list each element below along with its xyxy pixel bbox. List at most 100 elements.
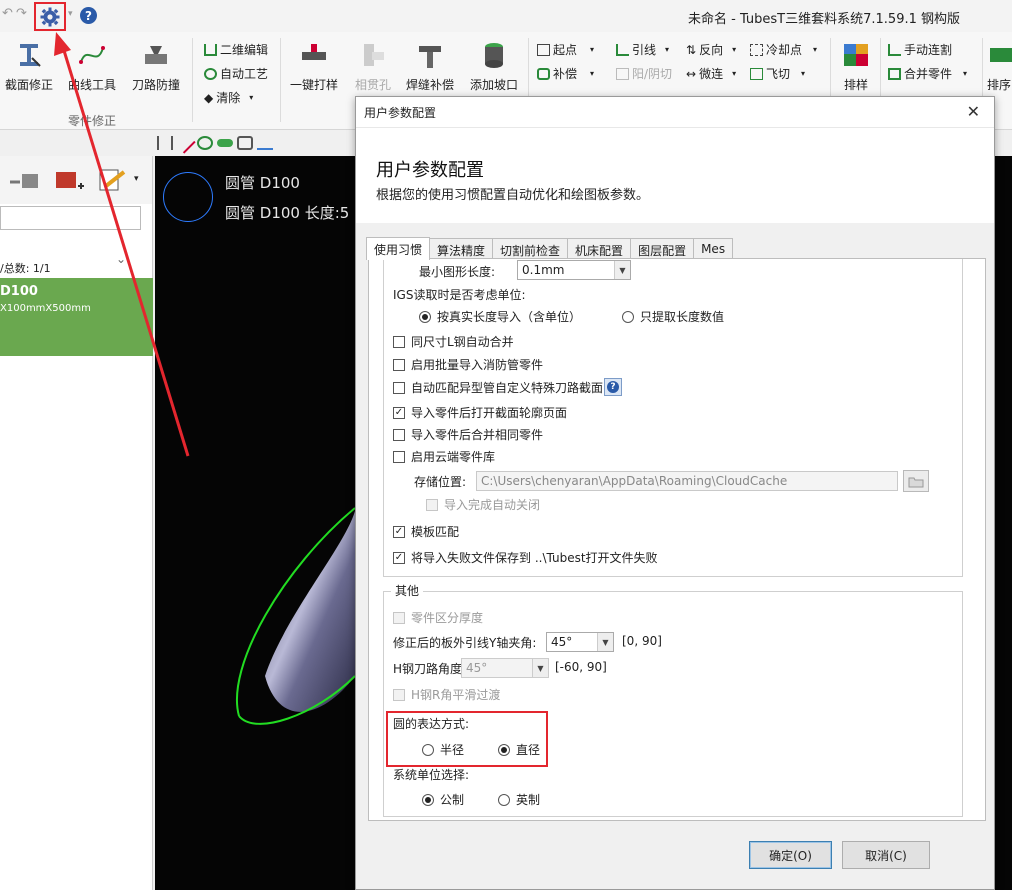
redo-icon[interactable]: ↷ <box>16 6 27 21</box>
2d-edit-icon <box>204 43 217 56</box>
dropdown-arrow-icon: ▾ <box>732 69 737 78</box>
plate-angle-range: [0, 90] <box>622 634 662 648</box>
save-failed-files-checkbox[interactable]: ✓ 将导入失败文件保存到 ..\Tubest打开文件失败 <box>393 549 658 566</box>
cancel-button[interactable]: 取消(C) <box>842 841 930 869</box>
part-size: X100mmX500mm <box>0 303 91 314</box>
add-bevel-button[interactable]: 添加坡口 <box>466 38 522 93</box>
ribbon-group-label: 零件修正 <box>68 114 117 128</box>
yin-yang-cut-icon <box>616 67 629 80</box>
sort-button[interactable]: 排序 <box>986 38 1012 93</box>
dropdown-arrow-icon: ▾ <box>963 69 968 78</box>
plate-angle-label: 修正后的板外引线Y轴夹角: <box>393 636 537 650</box>
dropdown-arrow-icon: ▼ <box>597 633 613 651</box>
chevron-down-icon[interactable]: ⌄ <box>116 252 126 266</box>
same-size-l-steel-merge-checkbox[interactable]: 同尺寸L钢自动合并 <box>393 333 514 350</box>
compensate-icon <box>537 67 550 80</box>
weld-compensate-icon <box>419 46 441 68</box>
ribbon-separator <box>280 38 281 122</box>
clear-button[interactable]: ◆ 清除 ▾ <box>204 89 253 106</box>
help-icon[interactable]: ? <box>604 378 622 396</box>
one-key-sample-button[interactable]: 一键打样 <box>286 38 342 93</box>
merge-parts-button[interactable]: 合并零件 ▾ <box>888 65 967 82</box>
weld-compensate-button[interactable]: 焊缝补偿 <box>402 38 458 93</box>
add-part-icon[interactable] <box>54 166 86 196</box>
fly-cut-button[interactable]: 飞切 ▾ <box>750 65 805 82</box>
min-length-select[interactable]: 0.1mm ▼ <box>517 260 631 280</box>
tab-machine-config[interactable]: 机床配置 <box>567 238 632 259</box>
browse-folder-button[interactable] <box>903 470 929 492</box>
other-group-legend: 其他 <box>391 582 424 599</box>
dropdown-arrow-icon[interactable]: ▾ <box>68 9 73 19</box>
reverse-button[interactable]: ⇅ 反向 ▾ <box>686 41 736 58</box>
auto-close-checkbox[interactable]: 导入完成自动关闭 <box>426 496 540 513</box>
settings-small-icon[interactable] <box>237 136 253 150</box>
folder-icon <box>908 477 924 487</box>
section-fix-button[interactable]: 截面修正 <box>4 38 54 93</box>
tab-usage-habits[interactable]: 使用习惯 <box>366 237 431 260</box>
close-icon[interactable]: ✕ <box>967 102 980 121</box>
2d-edit-button[interactable]: 二维编辑 <box>204 41 268 58</box>
add-bevel-icon <box>485 43 503 68</box>
curve-tool-button[interactable]: 曲线工具 <box>66 38 118 93</box>
igs-real-length-radio[interactable]: 按真实长度导入（含单位） <box>419 308 581 325</box>
circle-radius-radio[interactable]: 半径 <box>422 741 464 758</box>
micro-joint-button[interactable]: ↔ 微连 ▾ <box>686 65 736 82</box>
merge-same-parts-checkbox[interactable]: 导入零件后合并相同零件 <box>393 426 543 443</box>
storage-location-label: 存储位置: <box>414 475 467 489</box>
auto-process-button[interactable]: 自动工艺 <box>204 65 268 82</box>
measure-icon[interactable] <box>257 136 273 150</box>
tab-algorithm-precision[interactable]: 算法精度 <box>429 238 494 259</box>
start-point-button[interactable]: 起点 ▾ <box>537 41 594 58</box>
template-match-checkbox[interactable]: ✓ 模板匹配 <box>393 523 459 540</box>
refresh-icon[interactable] <box>197 136 213 150</box>
storage-path-input[interactable]: C:\Users\chenyaran\AppData\Roaming\Cloud… <box>476 471 898 491</box>
circle-diameter-radio[interactable]: 直径 <box>498 741 540 758</box>
merge-parts-icon <box>888 67 901 80</box>
yin-yang-cut-button[interactable]: 阳/阴切 <box>616 65 672 82</box>
ok-button[interactable]: 确定(O) <box>749 841 832 869</box>
edit-list-icon[interactable] <box>98 166 128 196</box>
batch-fire-pipe-checkbox[interactable]: 启用批量导入消防管零件 <box>393 356 543 373</box>
fly-cut-icon <box>750 67 763 80</box>
tab-pre-cut-check[interactable]: 切割前检查 <box>492 238 569 259</box>
pen-icon[interactable] <box>174 132 196 154</box>
dialog-header: 用户参数配置 根据您的使用习惯配置自动优化和绘图板参数。 <box>356 127 994 223</box>
window-title: 未命名 - TubesT三维套料系统7.1.59.1 钢构版 <box>688 12 961 27</box>
dialog-subtitle: 根据您的使用习惯配置自动优化和绘图板参数。 <box>376 188 650 203</box>
cooling-point-button[interactable]: 冷却点 ▾ <box>750 41 817 58</box>
dropdown-arrow-icon: ▼ <box>614 261 630 279</box>
h-steel-angle-select[interactable]: 45° ▼ <box>461 658 549 678</box>
import-part-icon[interactable] <box>8 170 42 194</box>
open-profile-checkbox[interactable]: ✓ 导入零件后打开截面轮廓页面 <box>393 404 567 421</box>
lead-line-button[interactable]: 引线 ▾ <box>616 41 669 58</box>
settings-gear-button[interactable] <box>34 2 66 31</box>
intersect-hole-button[interactable]: 相贯孔 <box>350 38 396 93</box>
cloud-library-checkbox[interactable]: 启用云端零件库 <box>393 448 495 465</box>
manual-chain-cut-button[interactable]: 手动连割 <box>888 41 952 58</box>
unit-metric-radio[interactable]: 公制 <box>422 791 464 808</box>
tab-layer-config[interactable]: 图层配置 <box>630 238 695 259</box>
compensate-button[interactable]: 补偿 ▾ <box>537 65 594 82</box>
dropdown-arrow-icon: ▾ <box>665 45 670 54</box>
section-fix-icon[interactable] <box>157 136 173 150</box>
dropdown-arrow-icon: ▾ <box>590 45 595 54</box>
dropdown-arrow-icon[interactable]: ▾ <box>134 174 139 184</box>
dialog-heading: 用户参数配置 <box>376 160 484 181</box>
pipe-icon[interactable] <box>217 139 233 147</box>
curve-tool-icon <box>79 46 105 64</box>
unit-imperial-radio[interactable]: 英制 <box>498 791 540 808</box>
part-list-item[interactable]: D100 X100mmX500mm <box>0 278 153 356</box>
undo-icon[interactable]: ↶ <box>2 6 13 21</box>
tab-mes[interactable]: Mes <box>693 238 734 259</box>
dropdown-arrow-icon: ▼ <box>532 659 548 677</box>
auto-match-profile-checkbox[interactable]: 自动匹配异型管自定义特殊刀路截面 <box>393 379 603 396</box>
intersect-hole-icon <box>364 44 384 66</box>
plate-angle-select[interactable]: 45° ▼ <box>546 632 614 652</box>
part-thickness-checkbox[interactable]: 零件区分厚度 <box>393 609 483 626</box>
h-steel-r-smooth-checkbox[interactable]: H钢R角平滑过渡 <box>393 686 500 703</box>
help-icon[interactable]: ? <box>80 7 97 24</box>
part-search-input[interactable] <box>0 206 141 230</box>
igs-value-only-radio[interactable]: 只提取长度数值 <box>622 308 724 325</box>
nesting-button[interactable]: 排样 <box>836 38 876 93</box>
anti-collision-button[interactable]: 刀路防撞 <box>130 38 182 93</box>
